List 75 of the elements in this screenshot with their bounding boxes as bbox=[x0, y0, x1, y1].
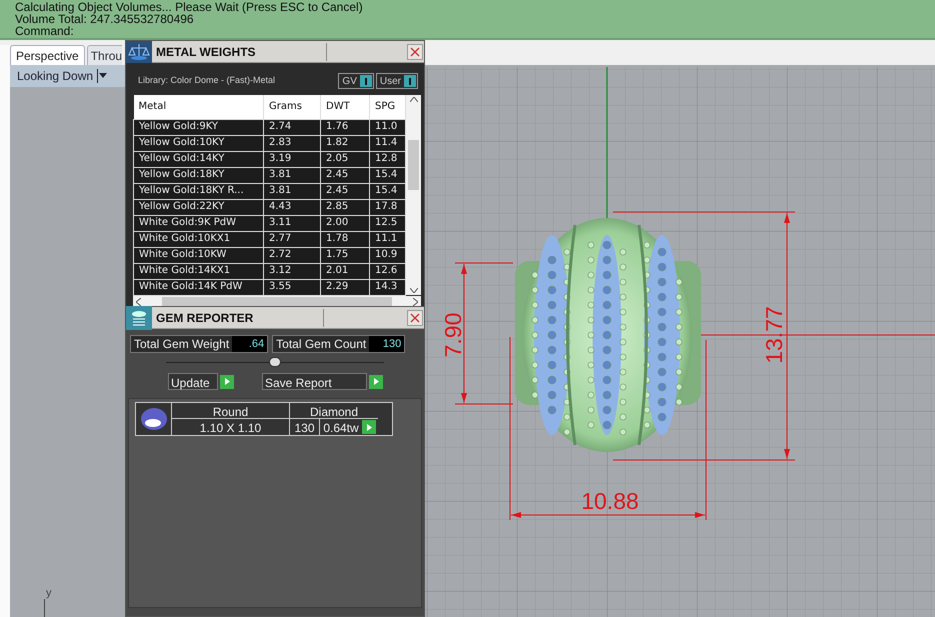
play-icon[interactable] bbox=[369, 374, 383, 388]
table-cell: 2.29 bbox=[320, 279, 370, 295]
gem-material: Diamond bbox=[290, 403, 378, 419]
table-cell: 3.81 bbox=[264, 167, 320, 183]
table-cell: 2.83 bbox=[264, 135, 320, 151]
library-label: Library: Color Dome - (Fast)-Metal bbox=[138, 74, 276, 88]
column-header[interactable]: Metal bbox=[134, 95, 264, 119]
vertical-scrollbar[interactable] bbox=[406, 95, 421, 295]
table-cell: 2.85 bbox=[320, 199, 370, 215]
total-label: Total Gem Count bbox=[275, 336, 368, 353]
close-icon bbox=[410, 47, 420, 57]
scrollbar-thumb[interactable] bbox=[162, 297, 392, 306]
table-cell: White Gold:10KW bbox=[134, 247, 264, 263]
report-button[interactable]: Update bbox=[168, 373, 218, 390]
viewport-tab[interactable]: Perspective bbox=[10, 45, 85, 65]
close-button[interactable] bbox=[407, 310, 423, 326]
close-icon bbox=[410, 313, 420, 323]
table-cell: Yellow Gold:9KY bbox=[134, 119, 264, 135]
column-header[interactable]: DWT bbox=[320, 95, 370, 119]
table-cell: 2.45 bbox=[320, 183, 370, 199]
total-value: 130 bbox=[369, 336, 404, 352]
table-cell: 1.78 bbox=[320, 231, 370, 247]
table-cell: 2.72 bbox=[264, 247, 320, 263]
table-cell: 1.76 bbox=[320, 119, 370, 135]
table-cell: White Gold:9K PdW bbox=[134, 215, 264, 231]
viewport-tab[interactable]: Throu bbox=[86, 45, 122, 65]
splitter-handle[interactable] bbox=[166, 357, 384, 367]
command-line: Command: bbox=[15, 25, 75, 37]
table-cell: Yellow Gold:22KY bbox=[134, 199, 264, 215]
table-cell: 1.75 bbox=[320, 247, 370, 263]
close-button[interactable] bbox=[407, 44, 423, 60]
report-button[interactable]: Save Report bbox=[262, 373, 367, 390]
table-cell: 11.0 bbox=[370, 119, 406, 135]
table-cell: 3.11 bbox=[264, 215, 320, 231]
axis-line bbox=[44, 599, 45, 617]
table-cell: 2.45 bbox=[320, 167, 370, 183]
table-cell: White Gold:14KX1 bbox=[134, 263, 264, 279]
dimension-value: 13.77 bbox=[761, 306, 787, 364]
play-icon[interactable] bbox=[220, 374, 234, 388]
table-cell: White Gold:14K PdW bbox=[134, 279, 264, 295]
table-cell: Yellow Gold:14KY bbox=[134, 151, 264, 167]
toggle-switch[interactable]: User bbox=[376, 73, 418, 89]
column-header[interactable]: Grams bbox=[264, 95, 320, 119]
table-cell: 3.81 bbox=[264, 183, 320, 199]
table-cell: 2.01 bbox=[320, 263, 370, 279]
table-cell: 4.43 bbox=[264, 199, 320, 215]
total-label: Total Gem Weight bbox=[133, 336, 230, 353]
total-value: .64 bbox=[232, 336, 268, 352]
table-cell: 2.00 bbox=[320, 215, 370, 231]
toggle-switch[interactable]: GV bbox=[338, 73, 374, 89]
table-cell: Yellow Gold:18KY R... bbox=[134, 183, 264, 199]
gem-weight: 0.64tw bbox=[322, 420, 360, 435]
table-cell: 2.77 bbox=[264, 231, 320, 247]
report-icon bbox=[126, 306, 152, 330]
axis-label: y bbox=[46, 588, 52, 599]
panel-title: METAL WEIGHTS bbox=[156, 42, 327, 60]
command-line: Calculating Object Volumes... Please Wait (Press ESC to Cancel) bbox=[15, 1, 364, 13]
table-cell: Yellow Gold:18KY bbox=[134, 167, 264, 183]
table-cell: 2.05 bbox=[320, 151, 370, 167]
panel-title: GEM REPORTER bbox=[156, 308, 324, 326]
gem-count: 130 bbox=[290, 419, 320, 435]
dimension-value: 10.88 bbox=[581, 488, 639, 514]
gem-size: 1.10 X 1.10 bbox=[172, 419, 290, 435]
table-cell: White Gold:10KX1 bbox=[134, 231, 264, 247]
scale-icon bbox=[126, 40, 152, 62]
table-cell: 1.82 bbox=[320, 135, 370, 151]
scrollbar-thumb[interactable] bbox=[408, 140, 419, 190]
command-line: Volume Total: 247.345532780496 bbox=[15, 13, 195, 25]
table-cell: 3.55 bbox=[264, 279, 320, 295]
table-cell: Yellow Gold:10KY bbox=[134, 135, 264, 151]
dropdown-arrow-icon[interactable] bbox=[97, 69, 108, 83]
table-cell: 3.19 bbox=[264, 151, 320, 167]
table-cell: 3.12 bbox=[264, 263, 320, 279]
dimension-value: 7.90 bbox=[440, 312, 466, 358]
table-cell: 2.74 bbox=[264, 119, 320, 135]
